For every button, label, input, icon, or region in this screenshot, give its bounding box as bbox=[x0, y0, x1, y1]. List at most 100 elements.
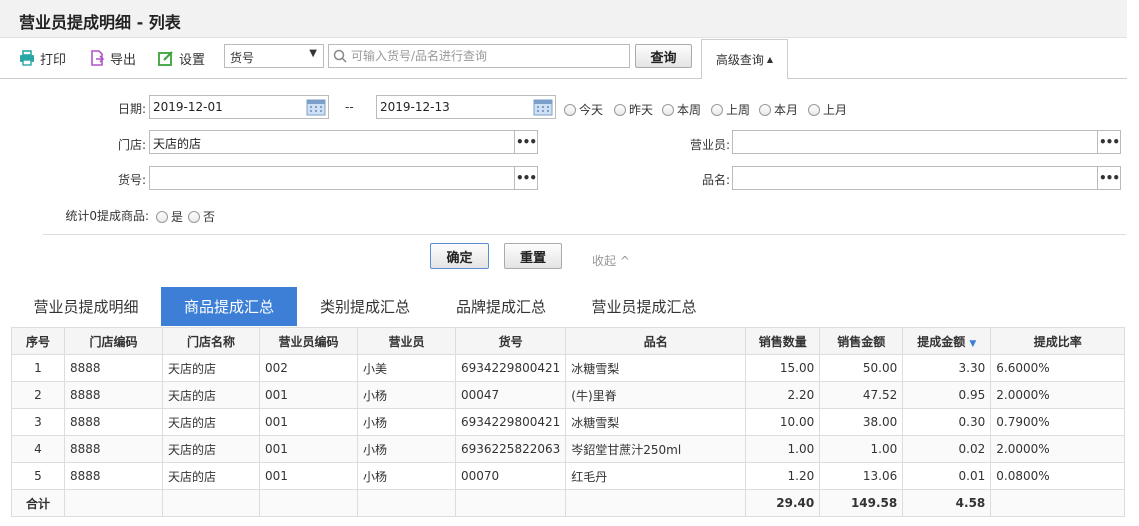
col-header[interactable]: 提成比率 bbox=[990, 327, 1126, 355]
more-icon[interactable]: ••• bbox=[514, 167, 537, 189]
clerk-field[interactable]: ••• bbox=[732, 130, 1121, 154]
tab-clerk-detail[interactable]: 营业员提成明细 bbox=[11, 287, 161, 326]
radio-last-week-label: 上周 bbox=[726, 103, 751, 117]
query-button[interactable]: 查询 bbox=[635, 44, 692, 68]
reset-button[interactable]: 重置 bbox=[504, 243, 562, 269]
table-cell: 天店的店 bbox=[162, 435, 260, 463]
print-label: 打印 bbox=[40, 52, 67, 68]
more-icon[interactable]: ••• bbox=[514, 131, 537, 153]
col-header[interactable]: 营业员 bbox=[357, 327, 456, 355]
chevron-up-icon: ^ bbox=[619, 254, 630, 268]
print-button[interactable]: 打印 bbox=[19, 49, 67, 68]
tab-label: 营业员提成汇总 bbox=[591, 298, 697, 316]
radio-yesterday[interactable]: 昨天 bbox=[614, 101, 653, 118]
confirm-button[interactable]: 确定 bbox=[430, 243, 489, 269]
table-cell bbox=[259, 489, 358, 517]
table-cell: 001 bbox=[259, 408, 358, 436]
radio-today-label: 今天 bbox=[579, 103, 604, 117]
table-cell: 8888 bbox=[64, 381, 163, 409]
radio-circle-icon bbox=[156, 210, 168, 223]
col-header[interactable]: 品名 bbox=[565, 327, 747, 355]
col-header[interactable]: 营业员编码 bbox=[259, 327, 358, 355]
table-row[interactable]: 5 8888 天店的店 001 小杨 00070 红毛丹 1.20 13.06 0.01 0.080… bbox=[11, 462, 1126, 490]
sku-label: 货号: bbox=[117, 173, 146, 187]
table-cell bbox=[565, 489, 747, 517]
commission-table: 序号 门店编码 门店名称 营业员编码 营业员 货号 品名 销售数量 销售金额 提… bbox=[11, 327, 1126, 517]
radio-zero-yes-label: 是 bbox=[171, 210, 184, 224]
tab-category-summary[interactable]: 类别提成汇总 bbox=[297, 287, 433, 326]
store-field[interactable]: 天店的店 ••• bbox=[149, 130, 538, 154]
field-select-value: 货号 bbox=[230, 51, 255, 65]
name-field[interactable]: ••• bbox=[732, 166, 1121, 190]
radio-last-month[interactable]: 上月 bbox=[808, 101, 847, 118]
more-icon[interactable]: ••• bbox=[1097, 167, 1120, 189]
store-value: 天店的店 bbox=[153, 137, 202, 151]
radio-this-week-label: 本周 bbox=[677, 103, 702, 117]
tab-label: 品牌提成汇总 bbox=[455, 298, 546, 316]
sort-desc-icon: ▼ bbox=[969, 338, 977, 349]
clerk-label: 营业员: bbox=[689, 138, 730, 152]
total-amount: 149.58 bbox=[819, 489, 904, 517]
table-row[interactable]: 4 8888 天店的店 001 小杨 6936225822063 岑鉊堂甘蔗汁250ml 1.… bbox=[11, 435, 1126, 463]
tab-brand-summary[interactable]: 品牌提成汇总 bbox=[433, 287, 569, 326]
table-cell: 冰糖雪梨 bbox=[565, 408, 747, 436]
total-commission: 4.58 bbox=[902, 489, 992, 517]
radio-today[interactable]: 今天 bbox=[564, 101, 603, 118]
table-cell: 38.00 bbox=[819, 408, 904, 436]
calendar-icon[interactable] bbox=[306, 98, 326, 116]
table-row[interactable]: 3 8888 天店的店 001 小杨 6934229800421 冰糖雪梨 10.00 38.0… bbox=[11, 408, 1126, 436]
table-cell: 红毛丹 bbox=[565, 462, 747, 490]
col-header[interactable]: 门店编码 bbox=[64, 327, 163, 355]
tab-product-summary[interactable]: 商品提成汇总 bbox=[161, 287, 297, 326]
radio-last-week[interactable]: 上周 bbox=[711, 101, 750, 118]
radio-this-month[interactable]: 本月 bbox=[759, 101, 798, 118]
table-row[interactable]: 1 8888 天店的店 002 小美 6934229800421 冰糖雪梨 15.00 50.0… bbox=[11, 354, 1126, 382]
table-cell: 8888 bbox=[64, 435, 163, 463]
date-to-field[interactable]: 2019-12-13 bbox=[376, 95, 556, 119]
tab-clerk-summary[interactable]: 营业员提成汇总 bbox=[569, 287, 719, 326]
table-cell: 小杨 bbox=[357, 435, 456, 463]
calendar-icon[interactable] bbox=[533, 98, 553, 116]
col-header[interactable]: 货号 bbox=[454, 327, 567, 355]
table-cell: 0.95 bbox=[902, 381, 992, 409]
table-cell: 5 bbox=[11, 462, 65, 490]
col-header[interactable]: 序号 bbox=[11, 327, 65, 355]
radio-this-week[interactable]: 本周 bbox=[662, 101, 701, 118]
col-header[interactable]: 销售金额 bbox=[819, 327, 904, 355]
table-cell bbox=[454, 489, 567, 517]
radio-zero-no[interactable]: 否 bbox=[188, 208, 215, 225]
table-cell: 2.0000% bbox=[990, 435, 1126, 463]
radio-circle-icon bbox=[188, 210, 200, 223]
table-cell bbox=[64, 489, 163, 517]
table-row[interactable]: 2 8888 天店的店 001 小杨 00047 (牛)里脊 2.20 47.52 0.95 2.0… bbox=[11, 381, 1126, 409]
collapse-link[interactable]: 收起 ^ bbox=[592, 252, 630, 269]
page-title: 营业员提成明细 - 列表 bbox=[19, 13, 181, 32]
table-cell: 8888 bbox=[64, 408, 163, 436]
table-cell: 2.0000% bbox=[990, 381, 1126, 409]
table-cell: 0.02 bbox=[902, 435, 992, 463]
export-button[interactable]: 导出 bbox=[89, 49, 136, 68]
table-cell bbox=[162, 489, 260, 517]
table-cell: 00070 bbox=[454, 462, 567, 490]
date-from-field[interactable]: 2019-12-01 bbox=[149, 95, 329, 119]
table-cell: 2 bbox=[11, 381, 65, 409]
radio-zero-yes[interactable]: 是 bbox=[156, 208, 183, 225]
collapse-label: 收起 bbox=[592, 254, 617, 268]
table-cell: 6934229800421 bbox=[454, 408, 567, 436]
table-cell: 6.6000% bbox=[990, 354, 1126, 382]
date-to-value: 2019-12-13 bbox=[380, 100, 450, 114]
sku-field[interactable]: ••• bbox=[149, 166, 538, 190]
settings-label: 设置 bbox=[179, 52, 206, 68]
field-select[interactable]: 货号 ▼ bbox=[224, 44, 324, 68]
col-header-sorted[interactable]: 提成金额 ▼ bbox=[902, 327, 992, 355]
table-cell: 0.0800% bbox=[990, 462, 1126, 490]
advanced-query-tab[interactable]: 高级查询 ▲ bbox=[701, 39, 788, 79]
col-header[interactable]: 门店名称 bbox=[162, 327, 260, 355]
more-icon[interactable]: ••• bbox=[1097, 131, 1120, 153]
report-tabs: 营业员提成明细 商品提成汇总 类别提成汇总 品牌提成汇总 营业员提成汇总 bbox=[0, 287, 1127, 326]
settings-button[interactable]: 设置 bbox=[158, 49, 206, 68]
date-label: 日期: bbox=[117, 102, 146, 116]
table-cell: 小美 bbox=[357, 354, 456, 382]
search-input[interactable] bbox=[349, 48, 623, 64]
col-header[interactable]: 销售数量 bbox=[745, 327, 821, 355]
